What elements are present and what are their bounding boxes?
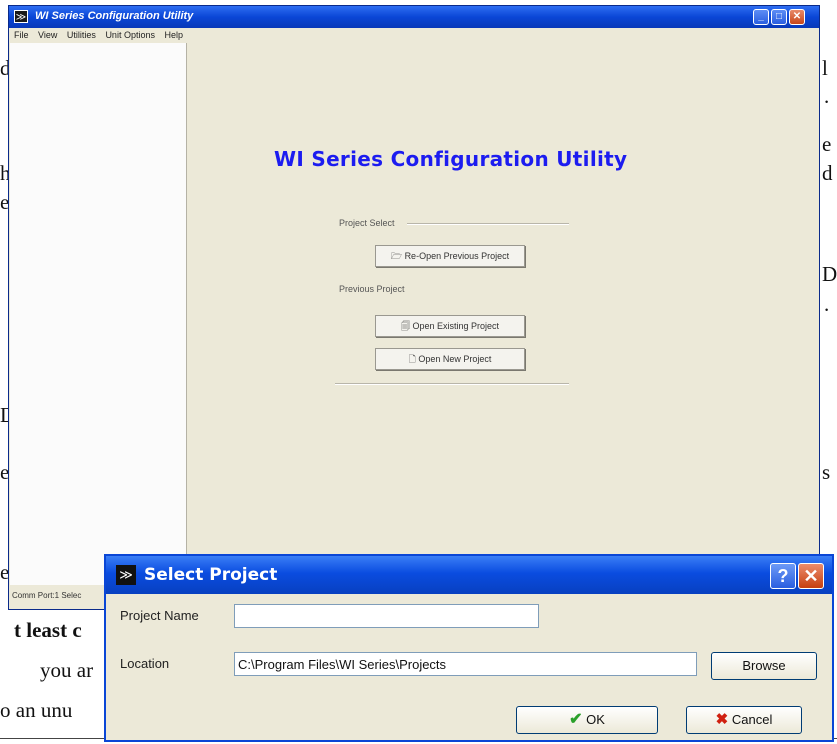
main-window: ≫ WI Series Configuration Utility _ □ ✕ … — [8, 5, 820, 610]
ok-button[interactable]: ✔ OK — [516, 706, 658, 734]
reopen-previous-project-button[interactable]: 🗁 Re-Open Previous Project — [375, 245, 525, 267]
minimize-icon[interactable]: _ — [753, 9, 769, 25]
side-panel[interactable] — [10, 43, 187, 585]
browse-button[interactable]: Browse — [711, 652, 817, 680]
new-file-icon: 🗋 — [408, 354, 419, 364]
menu-unit-options[interactable]: Unit Options — [105, 28, 155, 42]
doc-fragment: you ar — [40, 658, 94, 682]
app-icon: ≫ — [14, 10, 28, 23]
help-icon[interactable]: ? — [770, 563, 796, 589]
location-label: Location — [120, 656, 170, 671]
menu-view[interactable]: View — [38, 28, 57, 42]
menu-file[interactable]: File — [14, 28, 29, 42]
menu-help[interactable]: Help — [164, 28, 183, 42]
maximize-icon[interactable]: □ — [771, 9, 787, 25]
doc-fragment: t least c — [14, 618, 82, 642]
dialog-titlebar[interactable]: ≫ Select Project ? ✕ — [106, 556, 832, 594]
project-name-input[interactable] — [234, 604, 539, 628]
open-file-icon: 🗐 — [400, 321, 413, 331]
project-name-label: Project Name — [120, 608, 199, 623]
page-title: WI Series Configuration Utility — [274, 147, 628, 171]
open-existing-label: Open Existing Project — [412, 321, 500, 331]
window-titlebar[interactable]: ≫ WI Series Configuration Utility _ □ ✕ — [9, 6, 819, 28]
divider — [407, 223, 569, 225]
select-project-dialog: ≫ Select Project ? ✕ Project Name Locati… — [104, 554, 834, 742]
open-existing-project-button[interactable]: 🗐 Open Existing Project — [375, 315, 525, 337]
dialog-title: Select Project — [144, 565, 278, 585]
doc-fragment: l — [822, 56, 828, 80]
doc-fragment: . — [824, 84, 830, 108]
project-select-label: Project Select — [339, 218, 395, 228]
checkmark-icon: ✔ — [569, 711, 583, 728]
doc-fragment: . — [824, 292, 830, 316]
doc-fragment: D — [822, 262, 837, 286]
open-new-label: Open New Project — [418, 354, 492, 364]
open-new-project-button[interactable]: 🗋 Open New Project — [375, 348, 525, 370]
previous-project-label: Previous Project — [339, 284, 405, 294]
doc-fragment: e — [822, 132, 832, 156]
doc-fragment: o an unu — [0, 698, 73, 722]
close-icon[interactable]: ✕ — [798, 563, 824, 589]
doc-fragment: d — [822, 161, 833, 185]
menu-bar: File View Utilities Unit Options Help — [9, 28, 819, 42]
reopen-label: Re-Open Previous Project — [404, 251, 510, 261]
window-title: WI Series Configuration Utility — [35, 10, 194, 22]
location-input[interactable] — [234, 652, 697, 676]
app-icon: ≫ — [116, 565, 136, 585]
divider — [335, 383, 569, 385]
folder-icon: 🗁 — [390, 251, 405, 261]
menu-utilities[interactable]: Utilities — [67, 28, 96, 42]
ok-label: OK — [586, 712, 605, 727]
cancel-button[interactable]: ✖ Cancel — [686, 706, 802, 734]
close-icon[interactable]: ✕ — [789, 9, 805, 25]
cancel-label: Cancel — [731, 712, 773, 727]
cancel-x-icon: ✖ — [715, 711, 729, 728]
doc-fragment: s — [822, 460, 831, 484]
